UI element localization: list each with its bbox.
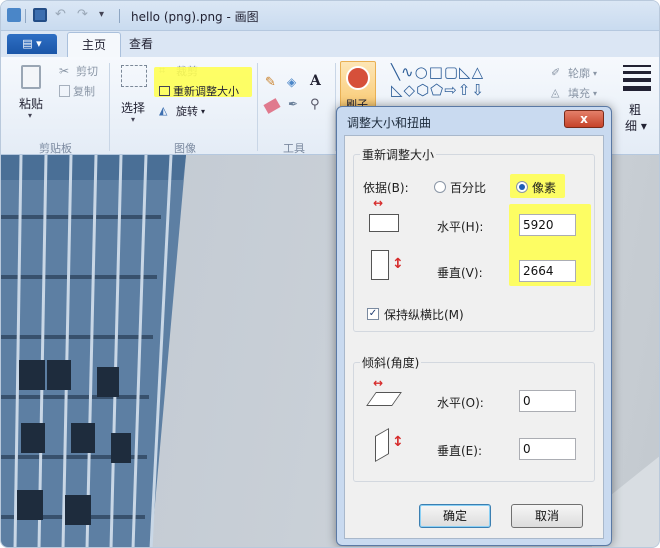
vertical-resize-icon — [371, 250, 389, 280]
horizontal-arrow-icon: ↔ — [373, 196, 384, 210]
pencil-icon[interactable]: ✎ — [265, 75, 281, 91]
select-label: 选择 — [121, 101, 146, 115]
tab-view[interactable]: 查看 — [115, 32, 167, 57]
percent-label[interactable]: 百分比 — [450, 179, 486, 196]
tab-home[interactable]: 主页 — [67, 32, 122, 57]
fill-button[interactable]: ◬ 填充 ▾ — [551, 85, 597, 101]
fill-bucket-icon: ◬ — [551, 86, 560, 99]
app-icon[interactable] — [7, 8, 21, 22]
magnifier-icon[interactable]: ⚲ — [310, 97, 320, 112]
pixels-label[interactable]: 像素 — [532, 179, 556, 196]
copy-icon — [59, 85, 70, 97]
ok-button[interactable]: 确定 — [419, 504, 491, 528]
line-weight-icon — [623, 65, 651, 91]
dialog-body: 重新调整大小 依据(B): 百分比 像素 ↔ 水平(H): 5920 ↕ 垂直(… — [344, 135, 604, 539]
undo-icon[interactable]: ↶ — [55, 8, 69, 22]
dialog-title: 调整大小和扭曲 — [347, 116, 432, 130]
vertical-arrow-icon: ↕ — [392, 256, 404, 272]
skew-horizontal-label: 水平(O): — [437, 396, 484, 410]
resize-label: 重新调整大小 — [173, 85, 239, 98]
fill-label: 填充 — [568, 87, 590, 100]
clipboard-icon — [21, 65, 41, 89]
rotate-icon: ◭ — [159, 104, 168, 117]
select-button[interactable]: 选择 ▾ — [117, 63, 153, 129]
paste-label: 粘贴 — [19, 97, 44, 111]
chevron-down-icon: ▾ — [131, 115, 136, 124]
copy-label: 复制 — [73, 85, 95, 98]
chevron-down-icon: ▾ — [593, 88, 598, 98]
skew-horizontal-input[interactable]: 0 — [519, 390, 576, 412]
pixels-radio[interactable] — [516, 181, 528, 193]
title-bar: ↶ ↷ ▾ hello (png).png - 画图 — [1, 1, 659, 31]
resize-icon — [159, 86, 170, 96]
outline-button[interactable]: ✐ 轮廓 ▾ — [551, 65, 597, 81]
shapes-icon: ◺◇⬡⬠⇨⇧⇩ — [391, 81, 485, 99]
resize-vertical-label: 垂直(V): — [437, 266, 483, 280]
divider — [25, 9, 26, 23]
by-label: 依据(B): — [363, 181, 409, 195]
tab-home-label: 主页 — [82, 38, 107, 52]
window-title: hello (png).png - 画图 — [131, 10, 259, 24]
outline-label: 轮廓 — [568, 67, 590, 80]
resize-button[interactable]: 重新调整大小 — [159, 83, 239, 99]
cancel-button[interactable]: 取消 — [511, 504, 583, 528]
clipboard-group-label: 剪贴板 — [39, 142, 72, 155]
scissors-icon: ✂ — [59, 64, 70, 78]
chevron-down-icon: ▾ — [201, 106, 206, 116]
shapes-gallery[interactable]: ╲∿○□▢◺△ ◺◇⬡⬠⇨⇧⇩ — [391, 63, 539, 103]
customize-icon[interactable]: ▾ — [99, 8, 113, 22]
resize-horizontal-input[interactable]: 5920 — [519, 214, 576, 236]
resize-horizontal-label: 水平(H): — [437, 220, 484, 234]
cut-label: 剪切 — [76, 65, 98, 78]
size-button[interactable]: 粗 细 ▾ — [619, 63, 655, 133]
close-button[interactable]: x — [564, 110, 604, 128]
cut-button[interactable]: ✂ 剪切 — [59, 63, 98, 79]
keep-ratio-checkbox[interactable]: ✓ — [367, 308, 379, 320]
divider — [257, 63, 258, 151]
divider — [119, 9, 120, 23]
skew-vertical-input[interactable]: 0 — [519, 438, 576, 460]
tools-group-label: 工具 — [283, 142, 305, 155]
resize-group-label: 重新调整大小 — [360, 146, 437, 163]
shapes-icon: ╲∿○□▢◺△ — [391, 63, 485, 81]
redo-icon[interactable]: ↷ — [77, 8, 91, 22]
horizontal-resize-icon — [369, 214, 399, 232]
close-icon: x — [580, 112, 588, 126]
divider — [109, 63, 110, 151]
skew-group — [353, 362, 595, 482]
resize-skew-dialog: 调整大小和扭曲 x 重新调整大小 依据(B): 百分比 像素 ↔ 水平(H): … — [336, 106, 612, 546]
copy-button[interactable]: 复制 — [59, 83, 95, 99]
rotate-label: 旋转 — [176, 105, 198, 118]
size-label-line1: 粗 — [629, 103, 642, 117]
eraser-icon[interactable] — [263, 98, 281, 114]
brush-icon — [346, 66, 370, 90]
outline-icon: ✐ — [551, 66, 561, 79]
skew-vertical-arrow-icon: ↕ — [392, 434, 404, 450]
skew-horizontal-arrow-icon: ↔ — [373, 376, 384, 390]
tab-view-label: 查看 — [129, 37, 154, 51]
menu-icon: ▤ ▾ — [22, 37, 42, 50]
color-picker-icon[interactable]: ✒ — [288, 97, 298, 111]
file-menu-button[interactable]: ▤ ▾ — [7, 34, 57, 54]
paint-window: ↶ ↷ ▾ hello (png).png - 画图 ▤ ▾ 主页 查看 粘贴 … — [0, 0, 660, 548]
save-icon[interactable] — [33, 8, 47, 22]
percent-radio[interactable] — [434, 181, 446, 193]
fill-icon[interactable]: ◈ — [287, 75, 303, 91]
selection-icon — [121, 65, 147, 87]
chevron-down-icon: ▾ — [593, 68, 598, 78]
paste-button[interactable]: 粘贴 ▾ — [13, 63, 51, 125]
skew-vertical-label: 垂直(E): — [437, 444, 482, 458]
image-group-label: 图像 — [174, 142, 196, 155]
text-icon[interactable]: A — [310, 73, 321, 89]
keep-ratio-label[interactable]: 保持纵横比(M) — [384, 306, 464, 323]
rotate-button[interactable]: ◭ 旋转 ▾ — [159, 103, 205, 119]
size-label-line2: 细 ▾ — [625, 119, 647, 133]
chevron-down-icon: ▾ — [28, 111, 33, 120]
skew-group-label: 倾斜(角度) — [360, 354, 422, 371]
resize-vertical-input[interactable]: 2664 — [519, 260, 576, 282]
